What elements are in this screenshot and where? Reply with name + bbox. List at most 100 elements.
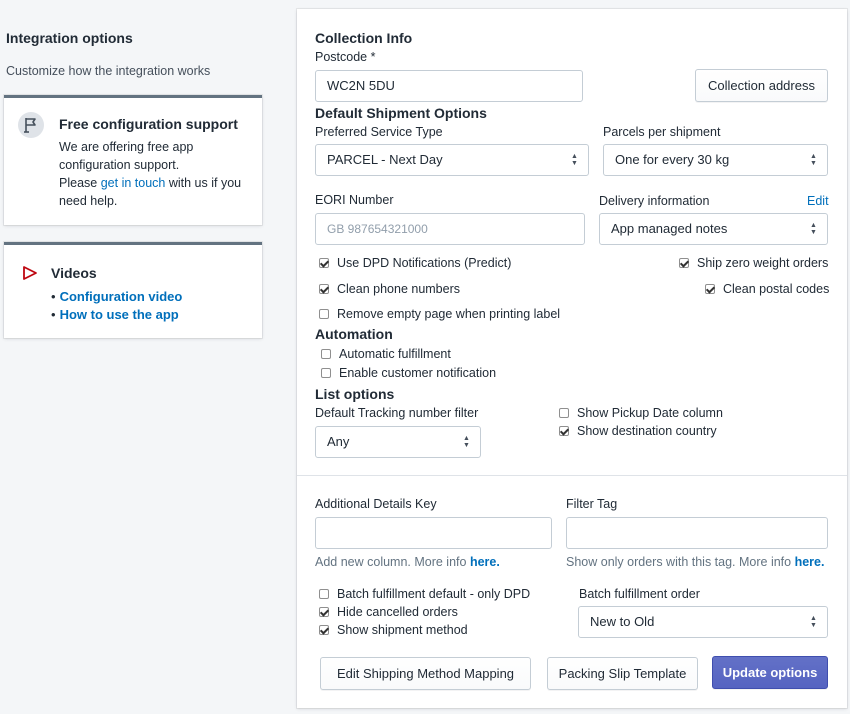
video-item: • Configuration video <box>51 288 182 306</box>
checkbox-box[interactable] <box>319 284 329 294</box>
automation-heading: Automation <box>315 326 393 342</box>
show-destination-country-checkbox[interactable]: Show destination country <box>559 424 717 438</box>
postcode-input[interactable]: WC2N 5DU <box>315 70 583 102</box>
help-text: Add new column. More info <box>315 555 467 569</box>
checkbox-box[interactable] <box>705 284 715 294</box>
edit-shipping-mapping-button[interactable]: Edit Shipping Method Mapping <box>320 657 531 690</box>
support-text: with us if you <box>168 176 242 190</box>
support-line: configuration support. <box>59 158 180 172</box>
eori-label: EORI Number <box>315 193 394 207</box>
videos-card-title: Videos <box>51 265 97 281</box>
checkbox-label: Clean phone numbers <box>337 282 460 296</box>
tracking-filter-value: Any <box>327 434 350 449</box>
batch-order-select[interactable]: New to Old ▲ ▼ <box>578 606 828 638</box>
video-item: • How to use the app <box>51 306 182 324</box>
service-type-value: PARCEL - Next Day <box>327 152 443 167</box>
hide-cancelled-orders-checkbox[interactable]: Hide cancelled orders <box>319 605 458 619</box>
show-pickup-date-checkbox[interactable]: Show Pickup Date column <box>559 406 723 420</box>
select-arrows-icon: ▲ ▼ <box>810 615 817 629</box>
checkbox-box[interactable] <box>319 607 329 617</box>
support-card-body: We are offering free app configuration s… <box>59 138 254 210</box>
checkbox-box[interactable] <box>319 589 329 599</box>
filter-tag-label: Filter Tag <box>566 497 618 511</box>
checkbox-box[interactable] <box>319 309 329 319</box>
support-line: need help. <box>59 194 118 208</box>
filter-tag-input[interactable] <box>566 517 828 549</box>
update-options-button[interactable]: Update options <box>712 656 828 689</box>
details-key-label: Additional Details Key <box>315 497 437 511</box>
shipment-options-heading: Default Shipment Options <box>315 105 487 121</box>
checkbox-label: Show Pickup Date column <box>577 406 723 420</box>
select-arrows-icon: ▲ ▼ <box>810 153 817 167</box>
select-arrows-icon: ▲ ▼ <box>463 435 470 449</box>
help-text: Show only orders with this tag. More inf… <box>566 555 792 569</box>
remove-empty-page-checkbox[interactable]: Remove empty page when printing label <box>319 307 560 321</box>
video-list: • Configuration video • How to use the app <box>51 288 182 324</box>
checkbox-label: Ship zero weight orders <box>697 256 829 270</box>
checkbox-box[interactable] <box>679 258 689 268</box>
checkbox-label: Remove empty page when printing label <box>337 307 561 321</box>
support-card-title: Free configuration support <box>59 116 238 132</box>
clean-postal-codes-checkbox[interactable]: Clean postal codes <box>705 282 829 296</box>
checkbox-label: Batch fulfillment default - only DPD <box>337 587 531 601</box>
ship-zero-weight-checkbox[interactable]: Ship zero weight orders <box>679 256 828 270</box>
select-arrows-icon: ▲ ▼ <box>810 222 817 236</box>
support-line: Please get in touch with us if you <box>59 174 254 192</box>
configuration-video-link[interactable]: Configuration video <box>60 289 183 304</box>
details-key-input[interactable] <box>315 517 552 549</box>
checkbox-box[interactable] <box>319 625 329 635</box>
checkbox-label: Show destination country <box>577 424 717 438</box>
checkbox-label: Automatic fulfillment <box>339 347 451 361</box>
delivery-info-value: App managed notes <box>611 221 728 236</box>
support-text: Please <box>59 176 98 190</box>
parcels-value: One for every 30 kg <box>615 152 730 167</box>
filter-help-link[interactable]: here. <box>795 555 825 569</box>
checkbox-box[interactable] <box>559 426 569 436</box>
bullet: • <box>51 289 56 304</box>
details-key-help: Add new column. More info here. <box>315 555 500 569</box>
bullet: • <box>51 307 56 322</box>
automatic-fulfillment-checkbox[interactable]: Automatic fulfillment <box>321 347 451 361</box>
checkbox-box[interactable] <box>321 368 331 378</box>
tracking-filter-label: Default Tracking number filter <box>315 406 479 420</box>
collection-address-button[interactable]: Collection address <box>695 69 828 102</box>
tracking-filter-select[interactable]: Any ▲ ▼ <box>315 426 481 458</box>
section-description: Customize how the integration works <box>6 64 211 78</box>
checkbox-box[interactable] <box>559 408 569 418</box>
service-type-select[interactable]: PARCEL - Next Day ▲ ▼ <box>315 144 589 176</box>
settings-panel: Collection Info Postcode * WC2N 5DU Coll… <box>297 9 847 708</box>
play-icon <box>22 265 38 284</box>
checkbox-label: Clean postal codes <box>723 282 830 296</box>
support-line: We are offering free app <box>59 140 194 154</box>
customer-notification-checkbox[interactable]: Enable customer notification <box>321 366 496 380</box>
how-to-use-link[interactable]: How to use the app <box>60 307 179 322</box>
checkbox-label: Enable customer notification <box>339 366 497 380</box>
service-type-label: Preferred Service Type <box>315 125 443 139</box>
packing-slip-template-button[interactable]: Packing Slip Template <box>547 657 698 690</box>
eori-input[interactable]: GB 987654321000 <box>315 213 585 245</box>
parcels-select[interactable]: One for every 30 kg ▲ ▼ <box>603 144 828 176</box>
delivery-edit-link[interactable]: Edit <box>807 194 829 208</box>
checkbox-label: Use DPD Notifications (Predict) <box>337 256 512 270</box>
section-divider <box>297 475 847 476</box>
collection-info-heading: Collection Info <box>315 30 413 46</box>
get-in-touch-link[interactable]: get in touch <box>101 176 166 190</box>
parcels-label: Parcels per shipment <box>603 125 721 139</box>
batch-order-value: New to Old <box>590 614 655 629</box>
support-card: Free configuration support We are offeri… <box>4 95 262 225</box>
videos-card: Videos • Configuration video • How to use … <box>4 242 262 338</box>
delivery-info-label: Delivery information <box>599 194 710 208</box>
details-help-link[interactable]: here. <box>470 555 500 569</box>
checkbox-box[interactable] <box>321 349 331 359</box>
checkbox-label: Show shipment method <box>337 623 468 637</box>
use-dpd-notifications-checkbox[interactable]: Use DPD Notifications (Predict) <box>319 256 511 270</box>
batch-fulfillment-default-checkbox[interactable]: Batch fulfillment default - only DPD <box>319 587 530 601</box>
clean-phone-numbers-checkbox[interactable]: Clean phone numbers <box>319 282 460 296</box>
postcode-label: Postcode * <box>315 50 376 64</box>
section-title: Integration options <box>6 30 133 46</box>
checkbox-box[interactable] <box>319 258 329 268</box>
select-arrows-icon: ▲ ▼ <box>571 153 578 167</box>
delivery-info-select[interactable]: App managed notes ▲ ▼ <box>599 213 828 245</box>
checkbox-label: Hide cancelled orders <box>337 605 458 619</box>
show-shipment-method-checkbox[interactable]: Show shipment method <box>319 623 468 637</box>
